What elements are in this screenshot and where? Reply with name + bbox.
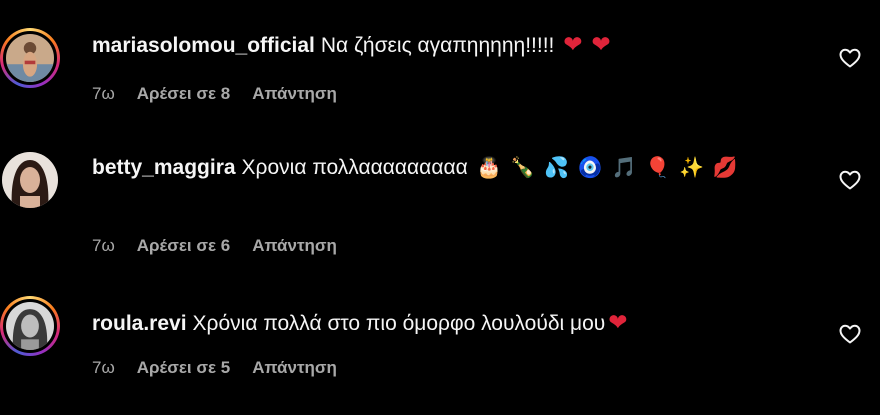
reply-button[interactable]: Απάντηση (252, 358, 337, 378)
avatar-photo (6, 302, 54, 350)
comment-item: roula.revi Χρόνια πολλά στο πιο όμορφο λο… (0, 280, 880, 415)
red-heart-emoji: ❤ (563, 32, 583, 58)
comment-meta: 7ω Αρέσει σε 5 Απάντηση (92, 358, 337, 378)
heart-outline-icon[interactable] (838, 322, 862, 346)
comment-time[interactable]: 7ω (92, 236, 115, 256)
comment-time[interactable]: 7ω (92, 84, 115, 104)
likes-count-link[interactable]: Αρέσει σε 8 (137, 84, 230, 104)
comment-meta: 7ω Αρέσει σε 6 Απάντηση (92, 236, 337, 256)
comment-username[interactable]: betty_maggira (92, 156, 236, 179)
avatar (3, 299, 57, 353)
red-heart-emoji: ❤ (608, 310, 628, 336)
comment-body: mariasolomou_official Να ζήσεις αγαπηηηηη… (92, 28, 792, 63)
cake-emoji: 🎂 (476, 155, 502, 179)
balloon-emoji: 🎈 (645, 155, 671, 179)
avatar-ring[interactable] (0, 150, 60, 210)
music-notes-emoji: 🎵 (611, 155, 637, 179)
red-heart-emoji: ❤ (591, 32, 611, 58)
avatar (2, 152, 58, 208)
comment-time[interactable]: 7ω (92, 358, 115, 378)
kiss-emoji: 💋 (712, 155, 738, 179)
reply-button[interactable]: Απάντηση (252, 236, 337, 256)
avatar-photo (2, 152, 58, 208)
comment-item: betty_maggira Χρονια πολλααααααααα 🎂 🍾 💦 … (0, 130, 880, 280)
avatar-story-ring[interactable] (0, 28, 60, 88)
comment-body: betty_maggira Χρονια πολλααααααααα 🎂 🍾 💦 … (92, 150, 792, 185)
comment-item: mariasolomou_official Να ζήσεις αγαπηηηηη… (0, 0, 880, 130)
comment-text: Χρονια πολλααααααααα (241, 156, 468, 179)
droplets-emoji: 💦 (544, 155, 569, 179)
avatar (3, 31, 57, 85)
reply-button[interactable]: Απάντηση (252, 84, 337, 104)
avatar-photo (6, 34, 54, 82)
heart-outline-icon[interactable] (838, 168, 862, 192)
nazar-emoji: 🧿 (577, 155, 603, 179)
comment-username[interactable]: mariasolomou_official (92, 34, 315, 57)
comment-text: Χρόνια πολλά στο πιο όμορφο λουλούδι μου (192, 312, 606, 335)
comment-text: Να ζήσεις αγαπηηηηη!!!!! (320, 34, 555, 57)
likes-count-link[interactable]: Αρέσει σε 5 (137, 358, 230, 378)
comment-meta: 7ω Αρέσει σε 8 Απάντηση (92, 84, 337, 104)
heart-outline-icon[interactable] (838, 46, 862, 70)
champagne-emoji: 🍾 (510, 155, 536, 179)
avatar-story-ring[interactable] (0, 296, 60, 356)
comment-username[interactable]: roula.revi (92, 312, 187, 335)
comment-body: roula.revi Χρόνια πολλά στο πιο όμορφο λο… (92, 306, 792, 341)
likes-count-link[interactable]: Αρέσει σε 6 (137, 236, 230, 256)
sparkles-emoji: ✨ (679, 155, 704, 179)
